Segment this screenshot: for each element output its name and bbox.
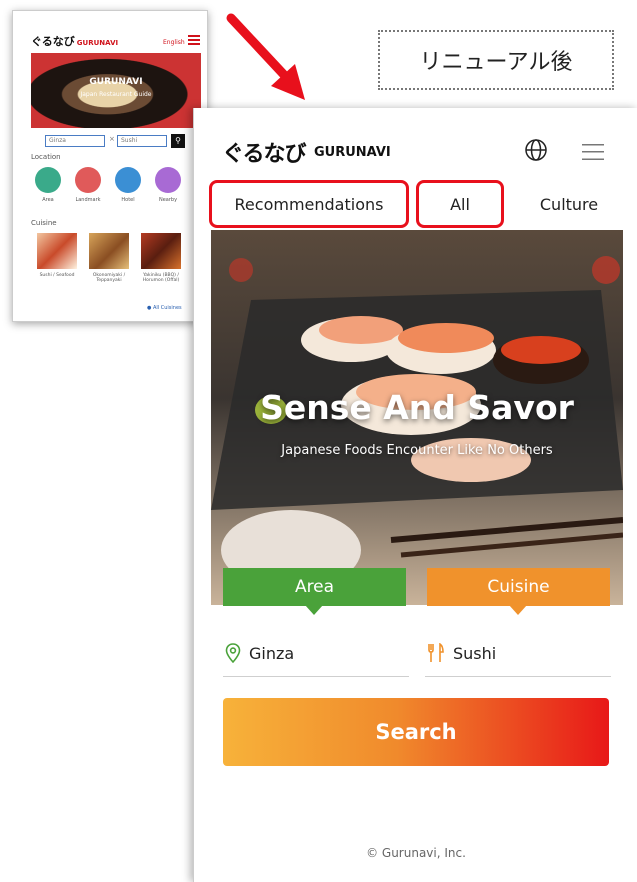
old-cuisine-label: Yakiniku (BBQ) / Horumon (Offal) [142, 273, 180, 283]
old-hero-subtitle: Japan Restaurant Guide [80, 91, 152, 98]
search-tab-cuisine[interactable]: Cuisine [427, 568, 610, 606]
hero-title: Sense And Savor [260, 388, 574, 427]
copyright: © Gurunavi, Inc. [366, 846, 466, 860]
old-yakiniku-image[interactable] [141, 233, 181, 269]
old-cuisine-input[interactable]: Sushi [117, 135, 167, 147]
old-landmark-icon[interactable] [75, 167, 101, 193]
hero-subtitle: Japanese Foods Encounter Like No Others [281, 443, 553, 458]
old-okonomiyaki-image[interactable] [89, 233, 129, 269]
search-tab-cuisine-pointer [509, 605, 527, 615]
red-arrow [226, 13, 305, 100]
tab-culture[interactable]: Culture [514, 180, 624, 228]
hamburger-menu-icon[interactable] [582, 144, 604, 160]
old-nearby-icon[interactable] [155, 167, 181, 193]
location-pin-icon [225, 643, 241, 663]
logo-en[interactable]: GURUNAVI [314, 145, 391, 160]
old-sushi-image[interactable] [37, 233, 77, 269]
old-all-cuisines-link[interactable]: ● All Cuisines [147, 305, 182, 311]
tab-recommendations[interactable]: Recommendations [209, 180, 409, 228]
search-button[interactable]: Search [223, 698, 609, 766]
old-search-icon[interactable]: ⚲ [171, 134, 185, 148]
after-label: リニューアル後 [378, 30, 614, 90]
old-separator: × [109, 135, 115, 143]
old-cuisine-label: Sushi / Seafood [39, 273, 75, 278]
cuisine-field[interactable]: Sushi [425, 630, 611, 677]
old-area-input[interactable]: Ginza [45, 135, 105, 147]
old-location-label: Nearby [158, 197, 178, 203]
globe-icon[interactable] [524, 138, 548, 162]
old-cuisine-label: Okonomiyaki / Teppanyaki [92, 273, 126, 283]
old-location-label: Area [42, 197, 54, 203]
area-value: Ginza [249, 643, 295, 663]
old-logo: ぐるなび GURUNAVI [31, 35, 119, 48]
old-location-heading: Location [31, 153, 61, 161]
after-screenshot: ぐるなび GURUNAVI Recommendations All Cultur… [193, 108, 637, 882]
search-tab-area[interactable]: Area [223, 568, 406, 606]
search-tab-area-pointer [305, 605, 323, 615]
logo-jp[interactable]: ぐるなび [222, 136, 307, 168]
old-hotel-icon[interactable] [115, 167, 141, 193]
old-cuisine-heading: Cuisine [31, 219, 57, 227]
fork-knife-icon [428, 643, 444, 662]
old-area-icon[interactable] [35, 167, 61, 193]
old-location-label: Landmark [75, 197, 101, 203]
old-hamburger-menu-icon[interactable] [188, 35, 200, 45]
before-screenshot: ぐるなび GURUNAVI English GURUNAVI Japan Rest… [12, 10, 208, 322]
hero-banner: Sense And Savor Japanese Foods Encounter… [211, 230, 623, 605]
old-hero-title: GURUNAVI [89, 77, 143, 87]
cuisine-value: Sushi [453, 643, 497, 663]
old-location-label: Hotel [121, 197, 135, 203]
old-language-link[interactable]: English [163, 39, 185, 46]
area-field[interactable]: Ginza [223, 630, 409, 677]
tab-all[interactable]: All [416, 180, 504, 228]
